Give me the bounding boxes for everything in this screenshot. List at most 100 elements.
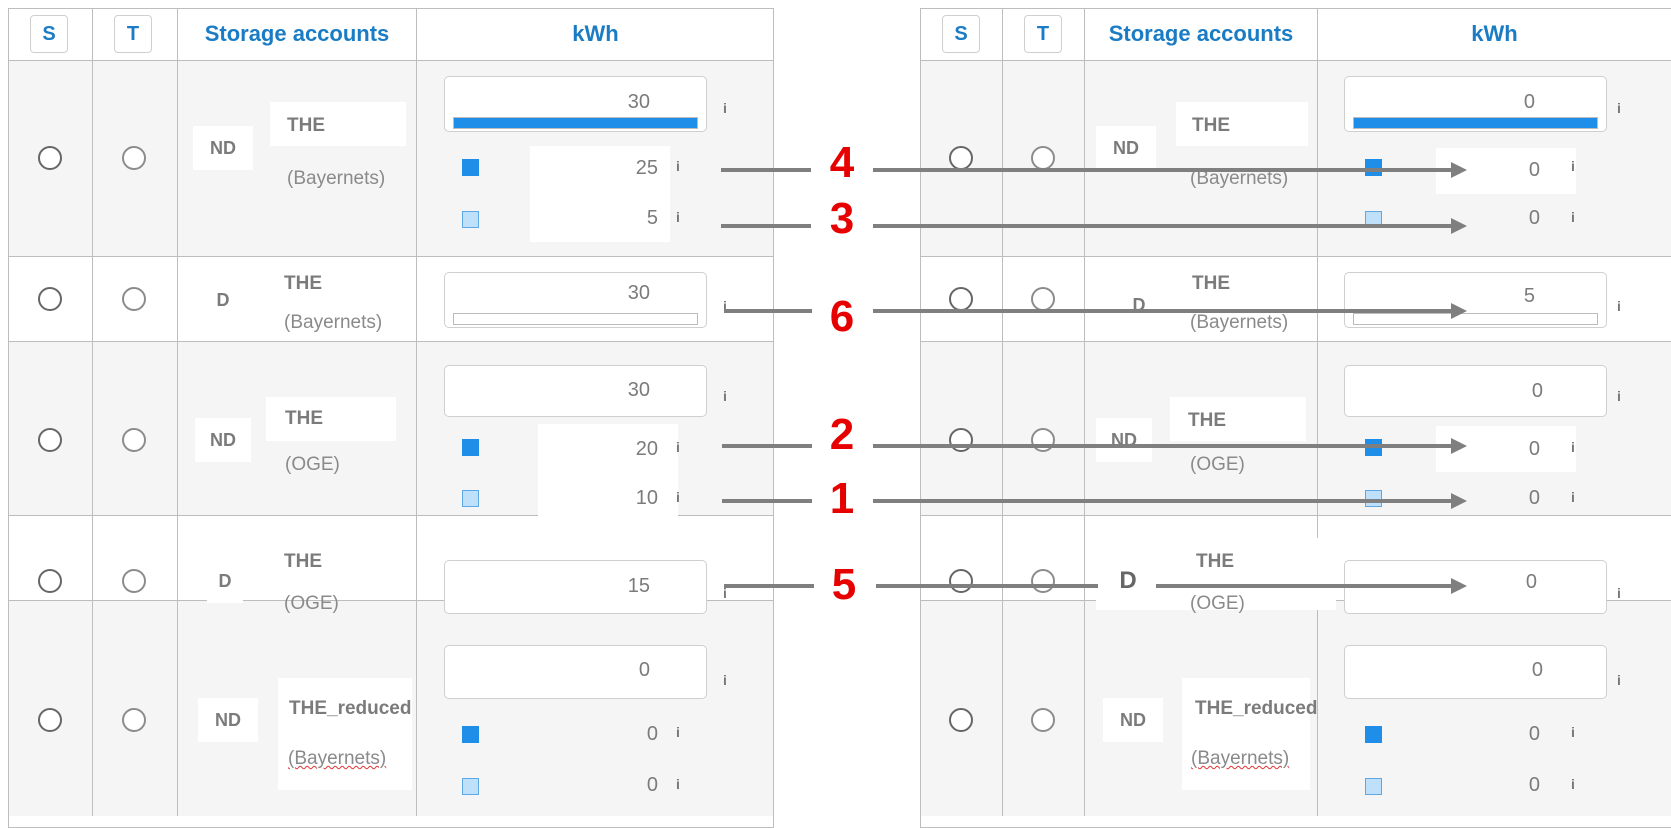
info-icon[interactable]: i <box>676 724 680 740</box>
t-radio[interactable] <box>1031 428 1055 452</box>
info-icon[interactable]: i <box>676 489 680 505</box>
t-radio[interactable] <box>122 146 146 170</box>
sort-t-button[interactable]: T <box>114 15 152 53</box>
info-icon[interactable]: i <box>1617 585 1621 601</box>
total-kwh-value: 0 <box>1531 659 1543 681</box>
row-divider <box>8 256 774 257</box>
light-series-value: 0 <box>1528 774 1540 796</box>
s-radio[interactable] <box>949 146 973 170</box>
total-kwh-value: 0 <box>638 659 650 681</box>
storage-type-badge: D <box>203 278 243 322</box>
label-backdrop <box>278 678 412 790</box>
column-divider <box>92 8 93 816</box>
account-operator: (Bayernets) <box>288 748 387 769</box>
total-kwh-value: 30 <box>627 91 650 113</box>
info-icon[interactable]: i <box>676 776 680 792</box>
account-name: THE <box>1188 410 1226 431</box>
account-operator: (Bayernets) <box>284 312 383 333</box>
step-label-6: 6 <box>829 292 855 341</box>
s-radio[interactable] <box>949 569 973 593</box>
row-divider <box>8 60 774 61</box>
dark-series-swatch <box>462 439 479 456</box>
total-kwh-field[interactable]: 30 <box>444 272 707 328</box>
info-icon[interactable]: i <box>1617 388 1621 404</box>
info-icon[interactable]: i <box>1571 724 1575 740</box>
s-radio[interactable] <box>38 569 62 593</box>
dark-series-swatch <box>462 726 479 743</box>
sort-s-button[interactable]: S <box>942 15 980 53</box>
s-radio[interactable] <box>38 708 62 732</box>
info-icon[interactable]: i <box>723 672 727 688</box>
account-name: THE <box>284 551 322 572</box>
t-radio[interactable] <box>122 569 146 593</box>
progress-fill <box>1354 118 1597 128</box>
t-radio[interactable] <box>1031 708 1055 732</box>
info-icon[interactable]: i <box>676 158 680 174</box>
info-icon[interactable]: i <box>1571 776 1575 792</box>
info-icon[interactable]: i <box>1571 209 1575 225</box>
light-series-value: 10 <box>635 487 658 509</box>
arrow-4-right-segment <box>873 168 1453 172</box>
right-table: S T Storage accounts kWh ND THE (Bayerne… <box>920 8 1671 828</box>
info-icon[interactable]: i <box>1571 439 1575 455</box>
arrow-3-right-segment <box>873 224 1453 228</box>
row-divider <box>920 60 1671 61</box>
sort-s-button[interactable]: S <box>30 15 68 53</box>
total-kwh-value: 5 <box>1523 285 1535 307</box>
s-radio[interactable] <box>949 708 973 732</box>
t-radio[interactable] <box>122 708 146 732</box>
dark-series-swatch <box>462 159 479 176</box>
light-series-value: 0 <box>646 774 658 796</box>
progress-bar <box>1353 313 1598 325</box>
s-radio[interactable] <box>38 146 62 170</box>
progress-bar <box>453 313 698 325</box>
s-radio[interactable] <box>949 287 973 311</box>
kwh-header: kWh <box>1471 21 1518 46</box>
info-icon[interactable]: i <box>676 439 680 455</box>
info-icon[interactable]: i <box>1617 100 1621 116</box>
t-radio[interactable] <box>1031 287 1055 311</box>
total-kwh-field[interactable]: 30 <box>444 76 707 132</box>
t-radio[interactable] <box>1031 569 1055 593</box>
account-name: THE <box>285 408 323 429</box>
dark-series-value: 0 <box>646 723 658 745</box>
storage-accounts-header: Storage accounts <box>1108 21 1294 46</box>
storage-type-badge: ND <box>1103 698 1163 742</box>
info-icon[interactable]: i <box>1571 158 1575 174</box>
total-kwh-field[interactable]: 0 <box>444 645 707 699</box>
s-radio[interactable] <box>949 428 973 452</box>
info-icon[interactable]: i <box>1617 298 1621 314</box>
t-radio[interactable] <box>122 428 146 452</box>
t-radio[interactable] <box>122 287 146 311</box>
total-kwh-value: 15 <box>627 575 650 597</box>
info-icon[interactable]: i <box>723 100 727 116</box>
account-operator: (OGE) <box>1190 593 1245 614</box>
total-kwh-field[interactable]: 0 <box>1344 645 1607 699</box>
storage-type-badge: D <box>1132 295 1146 315</box>
arrow-5-mid-segment <box>876 584 1098 588</box>
sort-t-button[interactable]: T <box>1024 15 1062 53</box>
info-icon[interactable]: i <box>676 209 680 225</box>
info-icon[interactable]: i <box>1571 489 1575 505</box>
dark-series-swatch <box>1365 726 1382 743</box>
total-kwh-field[interactable]: 0 <box>1344 365 1607 417</box>
column-divider <box>1084 8 1085 816</box>
total-kwh-field[interactable]: 0 <box>1344 76 1607 132</box>
s-radio[interactable] <box>38 287 62 311</box>
info-icon[interactable]: i <box>723 388 727 404</box>
total-kwh-field[interactable]: 15 <box>444 560 707 614</box>
info-icon[interactable]: i <box>1617 672 1621 688</box>
account-operator: (Bayernets) <box>287 168 386 189</box>
total-kwh-field[interactable]: 30 <box>444 365 707 417</box>
kwh-header: kWh <box>572 21 619 46</box>
total-kwh-field[interactable]: 5 <box>1344 272 1607 328</box>
arrow-2-left-segment <box>722 444 812 448</box>
step-label-4: 4 <box>829 138 855 187</box>
t-radio[interactable] <box>1031 146 1055 170</box>
row-divider <box>920 515 1671 516</box>
account-name: THE <box>1196 551 1234 572</box>
s-radio[interactable] <box>38 428 62 452</box>
arrow-3-head <box>1451 218 1467 234</box>
progress-fill <box>454 118 697 128</box>
arrow-5-head <box>1451 578 1467 594</box>
